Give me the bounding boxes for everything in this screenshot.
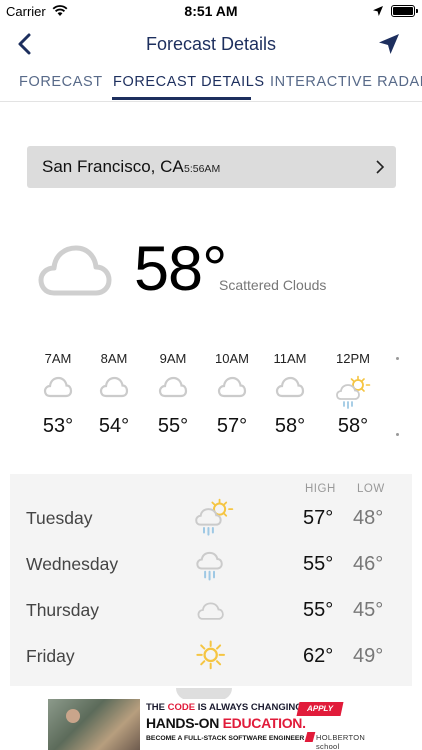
day-name: Friday [26,646,75,666]
hour-time: 11AM [273,351,307,366]
hourly-item: 9AM 55° [145,345,201,438]
location-selector[interactable]: San Francisco, CA 5:56AM [27,146,396,188]
hourly-item: 10AM 57° [204,345,260,438]
hour-temp: 55° [157,415,189,437]
location-arrow-icon [373,6,383,16]
hour-temp: 57° [216,415,248,437]
page-title: Forecast Details [145,34,277,54]
scroll-indicator [396,433,399,436]
chevron-right-icon [376,160,385,174]
current-temperature: 58° [134,234,227,304]
cloud-icon [43,376,73,398]
tab-interactive-radar[interactable]: INTERACTIVE RADAR [270,74,422,90]
hour-temp: 54° [98,415,130,437]
day-row-wednesday: Wednesday 55° 46° [10,542,412,588]
tab-bar: FORECAST FORECAST DETAILS INTERACTIVE RA… [0,66,422,102]
day-low: 49° [353,645,384,667]
battery-icon [391,5,415,17]
ad-headline-small: THE CODE IS ALWAYS CHANGING [146,702,303,713]
day-high: 62° [303,645,334,667]
cloud-icon [197,602,224,620]
hour-temp: 53° [42,415,74,437]
cloud-icon [38,245,112,296]
status-time: 8:51 AM [184,3,238,19]
nav-bar: Forecast Details [0,22,422,66]
hour-temp: 58° [274,415,306,437]
tab-forecast[interactable]: FORECAST [19,74,103,90]
day-name: Thursday [26,600,99,620]
location-time: 5:56AM [184,163,221,175]
ad-apply-button[interactable]: APPLY NOW [296,702,344,727]
day-low: 45° [353,599,384,621]
day-high: 57° [303,507,334,529]
hour-time: 7AM [44,351,72,366]
hour-time: 10AM [215,351,249,366]
hourly-item: 12PM 58° [325,345,381,438]
ad-subline: BECOME A FULL-STACK SOFTWARE ENGINEER [146,735,305,742]
day-low: 48° [353,507,384,529]
ad-headline: HANDS-ON EDUCATION. [146,715,306,731]
day-high: 55° [303,599,334,621]
cloud-icon [99,376,129,398]
cloud-icon [158,376,188,398]
day-row-tuesday: Tuesday 57° 48° [10,496,412,542]
hourly-item: 11AM 58° [262,345,318,438]
tab-forecast-details[interactable]: FORECAST DETAILS [113,74,265,90]
ad-content: THE CODE IS ALWAYS CHANGING APPLY NOW HA… [140,699,374,750]
current-condition: Scattered Clouds [219,277,327,293]
day-name: Tuesday [26,508,93,528]
hour-temp: 58° [337,415,369,437]
sun-rain-cloud-icon [195,498,234,536]
day-high: 55° [303,553,334,575]
cloud-icon [217,376,247,398]
battery-tip [416,9,418,13]
rain-cloud-icon [196,551,223,581]
day-name: Wednesday [26,554,119,574]
hour-time: 9AM [159,351,187,366]
hour-time: 12PM [336,351,370,366]
ad-banner[interactable]: THE CODE IS ALWAYS CHANGING APPLY NOW HA… [48,699,374,750]
sun-rain-cloud-icon [336,375,371,409]
location-name: San Francisco, CA [42,157,184,176]
ad-brand-logo [304,732,316,742]
hourly-forecast: 7AM 53° 8AM 54° 9AM 55° 10AM 57° 11AM 58… [0,345,422,455]
low-column-header: LOW [357,483,385,495]
ad-image [48,699,140,750]
hour-time: 8AM [100,351,128,366]
active-tab-indicator [112,97,251,100]
daily-forecast: HIGH LOW Tuesday 57° 48° Wednesday 55° 4… [10,474,412,686]
day-row-thursday: Thursday 55° 45° [10,588,412,634]
hourly-item: 7AM 53° [30,345,86,438]
status-bar: Carrier 8:51 AM [0,0,422,22]
sun-icon [196,640,225,670]
high-column-header: HIGH [305,483,336,495]
scroll-indicator [396,357,399,360]
day-low: 46° [353,553,384,575]
day-row-friday: Friday 62° 49° [10,634,412,680]
location-button[interactable] [376,31,402,57]
hourly-item: 8AM 54° [86,345,142,438]
cloud-icon [275,376,305,398]
ad-brand-name: HOLBERTON school [316,733,366,750]
